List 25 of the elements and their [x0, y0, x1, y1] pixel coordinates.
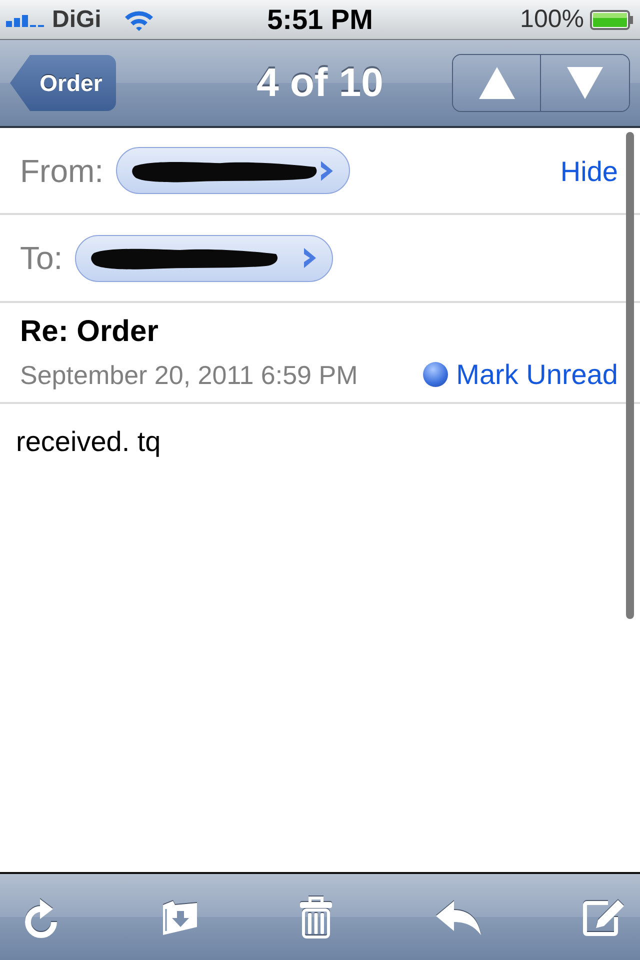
from-label: From: [20, 154, 104, 186]
up-triangle-icon [478, 67, 514, 99]
next-button[interactable] [541, 55, 629, 111]
clock-time: 5:51 PM [267, 6, 373, 34]
compose-icon[interactable] [582, 897, 626, 937]
battery-percentage: 100% [520, 7, 584, 32]
chevron-right-icon [302, 246, 318, 270]
down-triangle-icon [567, 67, 603, 99]
carrier-name: DiGi [52, 8, 102, 32]
message-subject: Re: Order [20, 316, 158, 346]
signal-bars-icon [6, 12, 46, 26]
previous-button[interactable] [453, 55, 541, 111]
mark-unread-button[interactable]: Mark Unread [423, 360, 618, 388]
back-button[interactable]: Order [10, 55, 116, 111]
address-chip[interactable] [74, 234, 333, 282]
trash-icon[interactable] [299, 895, 333, 939]
reply-arrow-icon[interactable] [434, 898, 482, 936]
hide-link[interactable]: Hide [560, 158, 618, 186]
nav-title: 4 of 10 [256, 63, 384, 103]
message-date: September 20, 2011 6:59 PM [20, 362, 358, 388]
message-body: received. tq [16, 428, 161, 456]
chevron-right-icon [318, 158, 335, 182]
address-chip[interactable] [116, 147, 350, 194]
battery-icon [590, 10, 634, 30]
to-label: To: [20, 242, 63, 274]
